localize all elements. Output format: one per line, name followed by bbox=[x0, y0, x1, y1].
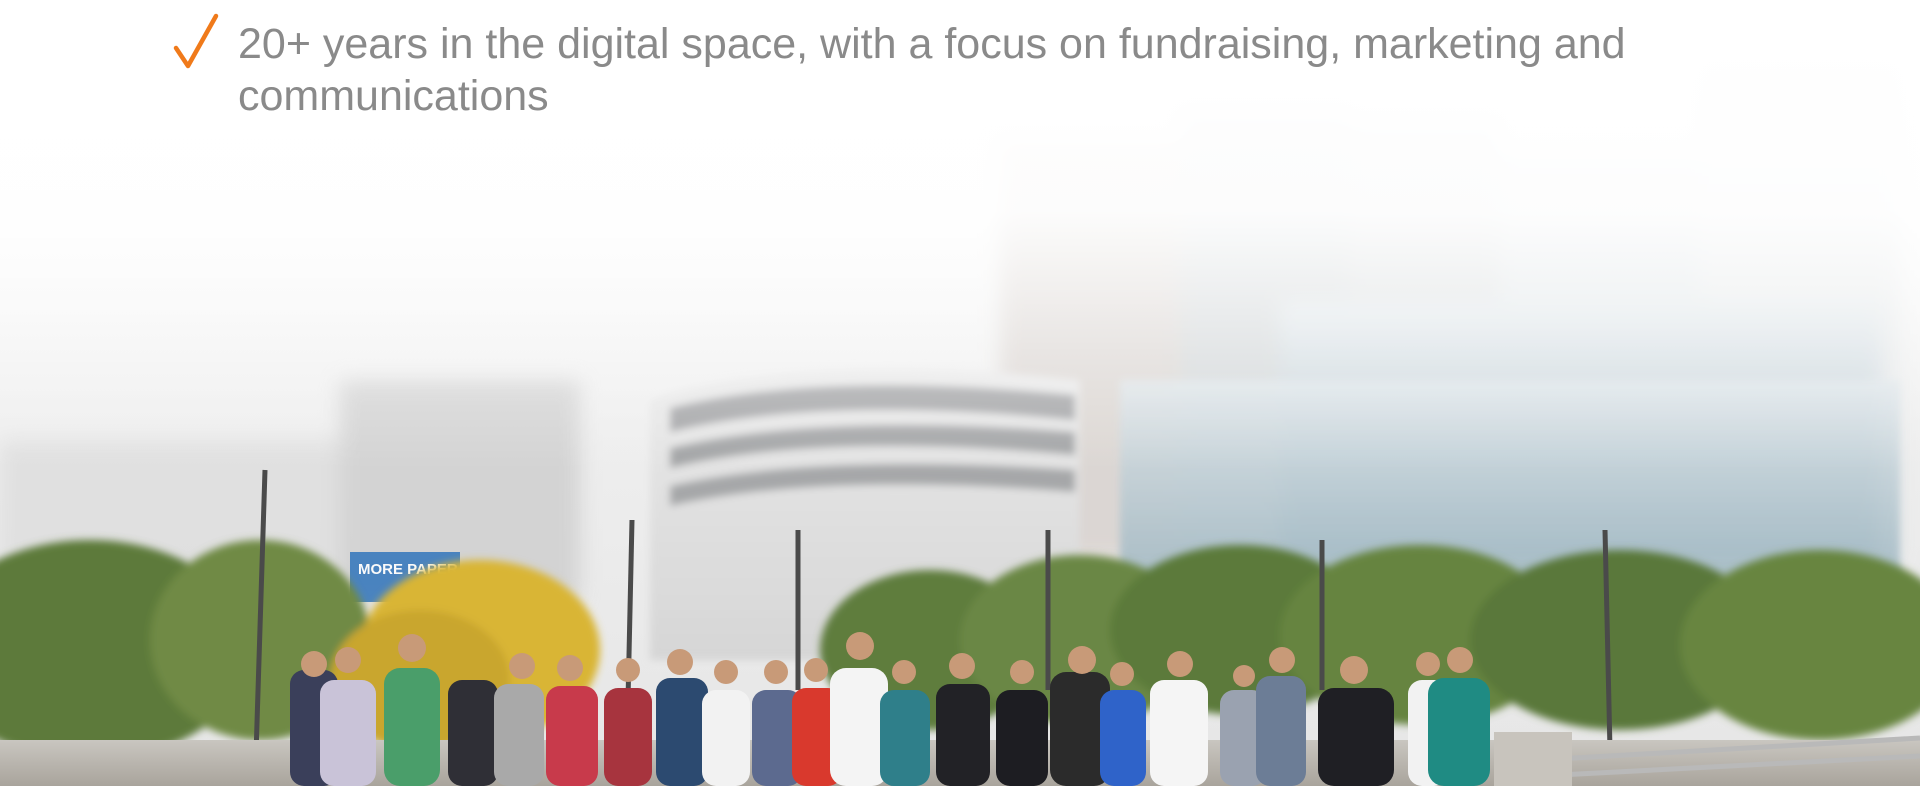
bullet-text: 20+ years in the digital space, with a f… bbox=[238, 20, 1626, 120]
bullet-point: 20+ years in the digital space, with a f… bbox=[172, 13, 1732, 122]
checkmark-icon bbox=[173, 13, 219, 69]
presentation-slide: MORE PAPER 20+ years in the digital spac… bbox=[0, 0, 1920, 786]
